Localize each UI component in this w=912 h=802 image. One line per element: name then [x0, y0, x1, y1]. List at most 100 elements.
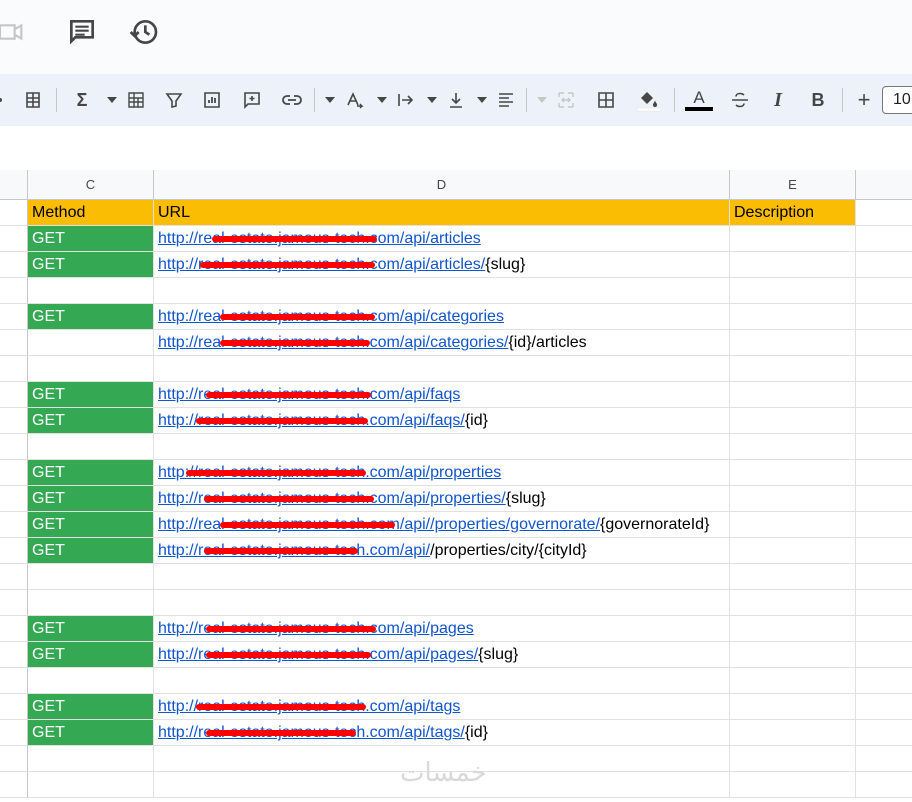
description-cell[interactable] — [730, 668, 856, 694]
description-cell[interactable] — [730, 564, 856, 590]
chevron-down-icon[interactable] — [426, 88, 438, 112]
link-icon[interactable] — [280, 88, 304, 112]
text-rotate-icon[interactable] — [342, 88, 366, 112]
method-cell[interactable] — [28, 746, 154, 772]
cell[interactable] — [856, 382, 912, 408]
borders-icon[interactable] — [594, 88, 618, 112]
description-cell[interactable] — [730, 538, 856, 564]
plus-icon[interactable]: + — [852, 87, 876, 112]
method-cell[interactable] — [28, 668, 154, 694]
description-cell[interactable] — [730, 616, 856, 642]
cell[interactable] — [856, 720, 912, 746]
description-cell[interactable] — [730, 356, 856, 382]
history-icon[interactable] — [128, 16, 160, 48]
row-number[interactable] — [0, 772, 28, 798]
column-header-f[interactable] — [856, 170, 912, 200]
description-cell[interactable] — [730, 460, 856, 486]
description-cell[interactable] — [730, 330, 856, 356]
cell[interactable] — [856, 278, 912, 304]
row-number[interactable] — [0, 460, 28, 486]
row-number[interactable] — [0, 252, 28, 278]
column-header-corner[interactable] — [0, 170, 28, 200]
method-cell[interactable] — [28, 772, 154, 798]
comment-add-icon[interactable] — [240, 88, 264, 112]
description-cell[interactable] — [730, 746, 856, 772]
method-cell[interactable] — [28, 564, 154, 590]
row-number[interactable] — [0, 382, 28, 408]
bold-icon[interactable]: B — [806, 88, 830, 112]
column-header-d[interactable]: D — [154, 170, 730, 200]
url-cell[interactable] — [154, 278, 730, 304]
cell[interactable] — [856, 460, 912, 486]
description-cell[interactable] — [730, 512, 856, 538]
chevron-down-icon[interactable] — [324, 88, 336, 112]
method-cell[interactable] — [28, 356, 154, 382]
header-cell-url[interactable]: URL — [154, 200, 730, 226]
chevron-down-icon[interactable] — [376, 88, 388, 112]
method-cell[interactable]: GET — [28, 382, 154, 408]
method-cell[interactable] — [28, 434, 154, 460]
description-cell[interactable] — [730, 642, 856, 668]
description-cell[interactable] — [730, 772, 856, 798]
fill-color-icon[interactable] — [634, 88, 662, 112]
row-number[interactable] — [0, 668, 28, 694]
row-number[interactable] — [0, 304, 28, 330]
cell[interactable] — [856, 252, 912, 278]
comment-icon[interactable] — [66, 16, 98, 48]
description-cell[interactable] — [730, 434, 856, 460]
filter-icon[interactable] — [162, 88, 186, 112]
font-size-input[interactable]: 10 — [882, 86, 912, 114]
row-number[interactable] — [0, 564, 28, 590]
cell[interactable] — [856, 226, 912, 252]
description-cell[interactable] — [730, 304, 856, 330]
method-cell[interactable]: GET — [28, 304, 154, 330]
cell[interactable] — [856, 434, 912, 460]
method-cell[interactable]: GET — [28, 486, 154, 512]
url-cell[interactable] — [154, 356, 730, 382]
method-cell[interactable]: GET — [28, 408, 154, 434]
cell[interactable] — [856, 772, 912, 798]
row-number[interactable] — [0, 616, 28, 642]
method-cell[interactable]: GET — [28, 720, 154, 746]
row-number[interactable] — [0, 356, 28, 382]
row-number[interactable] — [0, 746, 28, 772]
row-number[interactable] — [0, 226, 28, 252]
method-cell[interactable]: GET — [28, 538, 154, 564]
description-cell[interactable] — [730, 694, 856, 720]
cell[interactable] — [856, 304, 912, 330]
row-number[interactable] — [0, 642, 28, 668]
header-cell-method[interactable]: Method — [28, 200, 154, 226]
url-cell[interactable] — [154, 668, 730, 694]
description-cell[interactable] — [730, 252, 856, 278]
row-number[interactable] — [0, 408, 28, 434]
cell[interactable] — [856, 356, 912, 382]
row-number[interactable] — [0, 486, 28, 512]
description-cell[interactable] — [730, 226, 856, 252]
row-number[interactable] — [0, 590, 28, 616]
method-cell[interactable] — [28, 330, 154, 356]
method-cell[interactable] — [28, 278, 154, 304]
method-cell[interactable]: GET — [28, 226, 154, 252]
description-cell[interactable] — [730, 278, 856, 304]
column-header-c[interactable]: C — [28, 170, 154, 200]
description-cell[interactable] — [730, 486, 856, 512]
row-number[interactable] — [0, 200, 28, 226]
row-number[interactable] — [0, 330, 28, 356]
cell[interactable] — [856, 512, 912, 538]
text-color-icon[interactable]: A — [684, 88, 714, 112]
row-number[interactable] — [0, 434, 28, 460]
sum-icon[interactable]: Σ — [70, 88, 94, 112]
url-cell[interactable] — [154, 434, 730, 460]
description-cell[interactable] — [730, 382, 856, 408]
header-cell-description[interactable]: Description — [730, 200, 856, 226]
row-number[interactable] — [0, 278, 28, 304]
row-number[interactable] — [0, 512, 28, 538]
method-cell[interactable]: GET — [28, 642, 154, 668]
method-cell[interactable]: GET — [28, 512, 154, 538]
cell[interactable] — [856, 694, 912, 720]
cell[interactable] — [856, 746, 912, 772]
video-icon[interactable] — [0, 16, 28, 48]
chevron-down-icon[interactable] — [476, 88, 488, 112]
method-cell[interactable]: GET — [28, 694, 154, 720]
align-icon[interactable] — [494, 88, 518, 112]
